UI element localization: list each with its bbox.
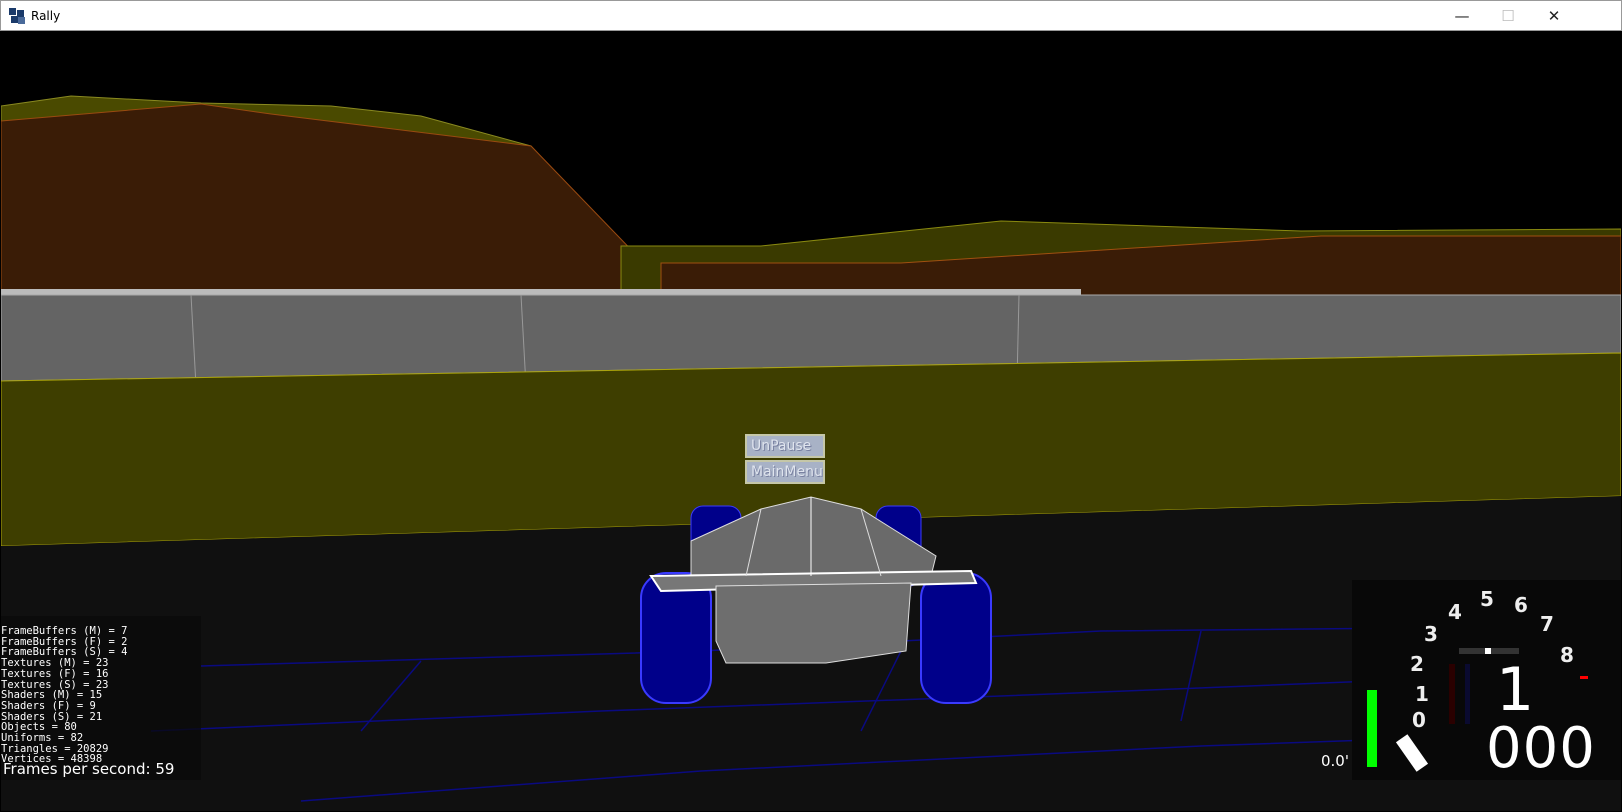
window-title: Rally (31, 8, 61, 23)
app-icon (9, 7, 25, 24)
close-button[interactable]: ✕ (1531, 1, 1577, 31)
rpm-label: 2 (1410, 652, 1424, 676)
main-menu-button[interactable]: MainMenu (745, 460, 825, 484)
throttle-bar (1367, 690, 1377, 767)
stat-line: Textures (F) = 16 (1, 667, 109, 680)
unpause-button[interactable]: UnPause (745, 434, 825, 458)
rpm-label: 4 (1448, 600, 1462, 624)
boost-bar (1465, 664, 1470, 724)
wall-top (1, 289, 1081, 295)
rpm-label: 6 (1514, 593, 1528, 617)
odometer: 0.0' (1321, 752, 1349, 770)
rpm-label: 0 (1412, 708, 1426, 732)
rpm-label: 8 (1560, 643, 1574, 667)
game-viewport[interactable]: UnPause MainMenu FrameBuffers (M) = 7 Fra… (1, 31, 1621, 811)
redline-bar (1449, 664, 1455, 724)
rpm-label: 7 (1540, 612, 1554, 636)
fps-counter: Frames per second: 59 (3, 760, 175, 778)
title-bar: Rally — ☐ ✕ (0, 0, 1622, 31)
gear-indicator: 1 (1496, 655, 1535, 725)
rpm-label: 1 (1415, 682, 1429, 706)
rpm-label: 5 (1480, 587, 1494, 611)
redline-mark (1580, 676, 1588, 679)
minimize-button[interactable]: — (1439, 1, 1485, 31)
debug-stats: FrameBuffers (M) = 7 FrameBuffers (F) = 2… (1, 616, 201, 780)
rpm-indicator (1485, 648, 1491, 654)
maximize-button[interactable]: ☐ (1485, 1, 1531, 31)
rpm-label: 3 (1424, 622, 1438, 646)
speedometer: 000 (1486, 716, 1596, 781)
